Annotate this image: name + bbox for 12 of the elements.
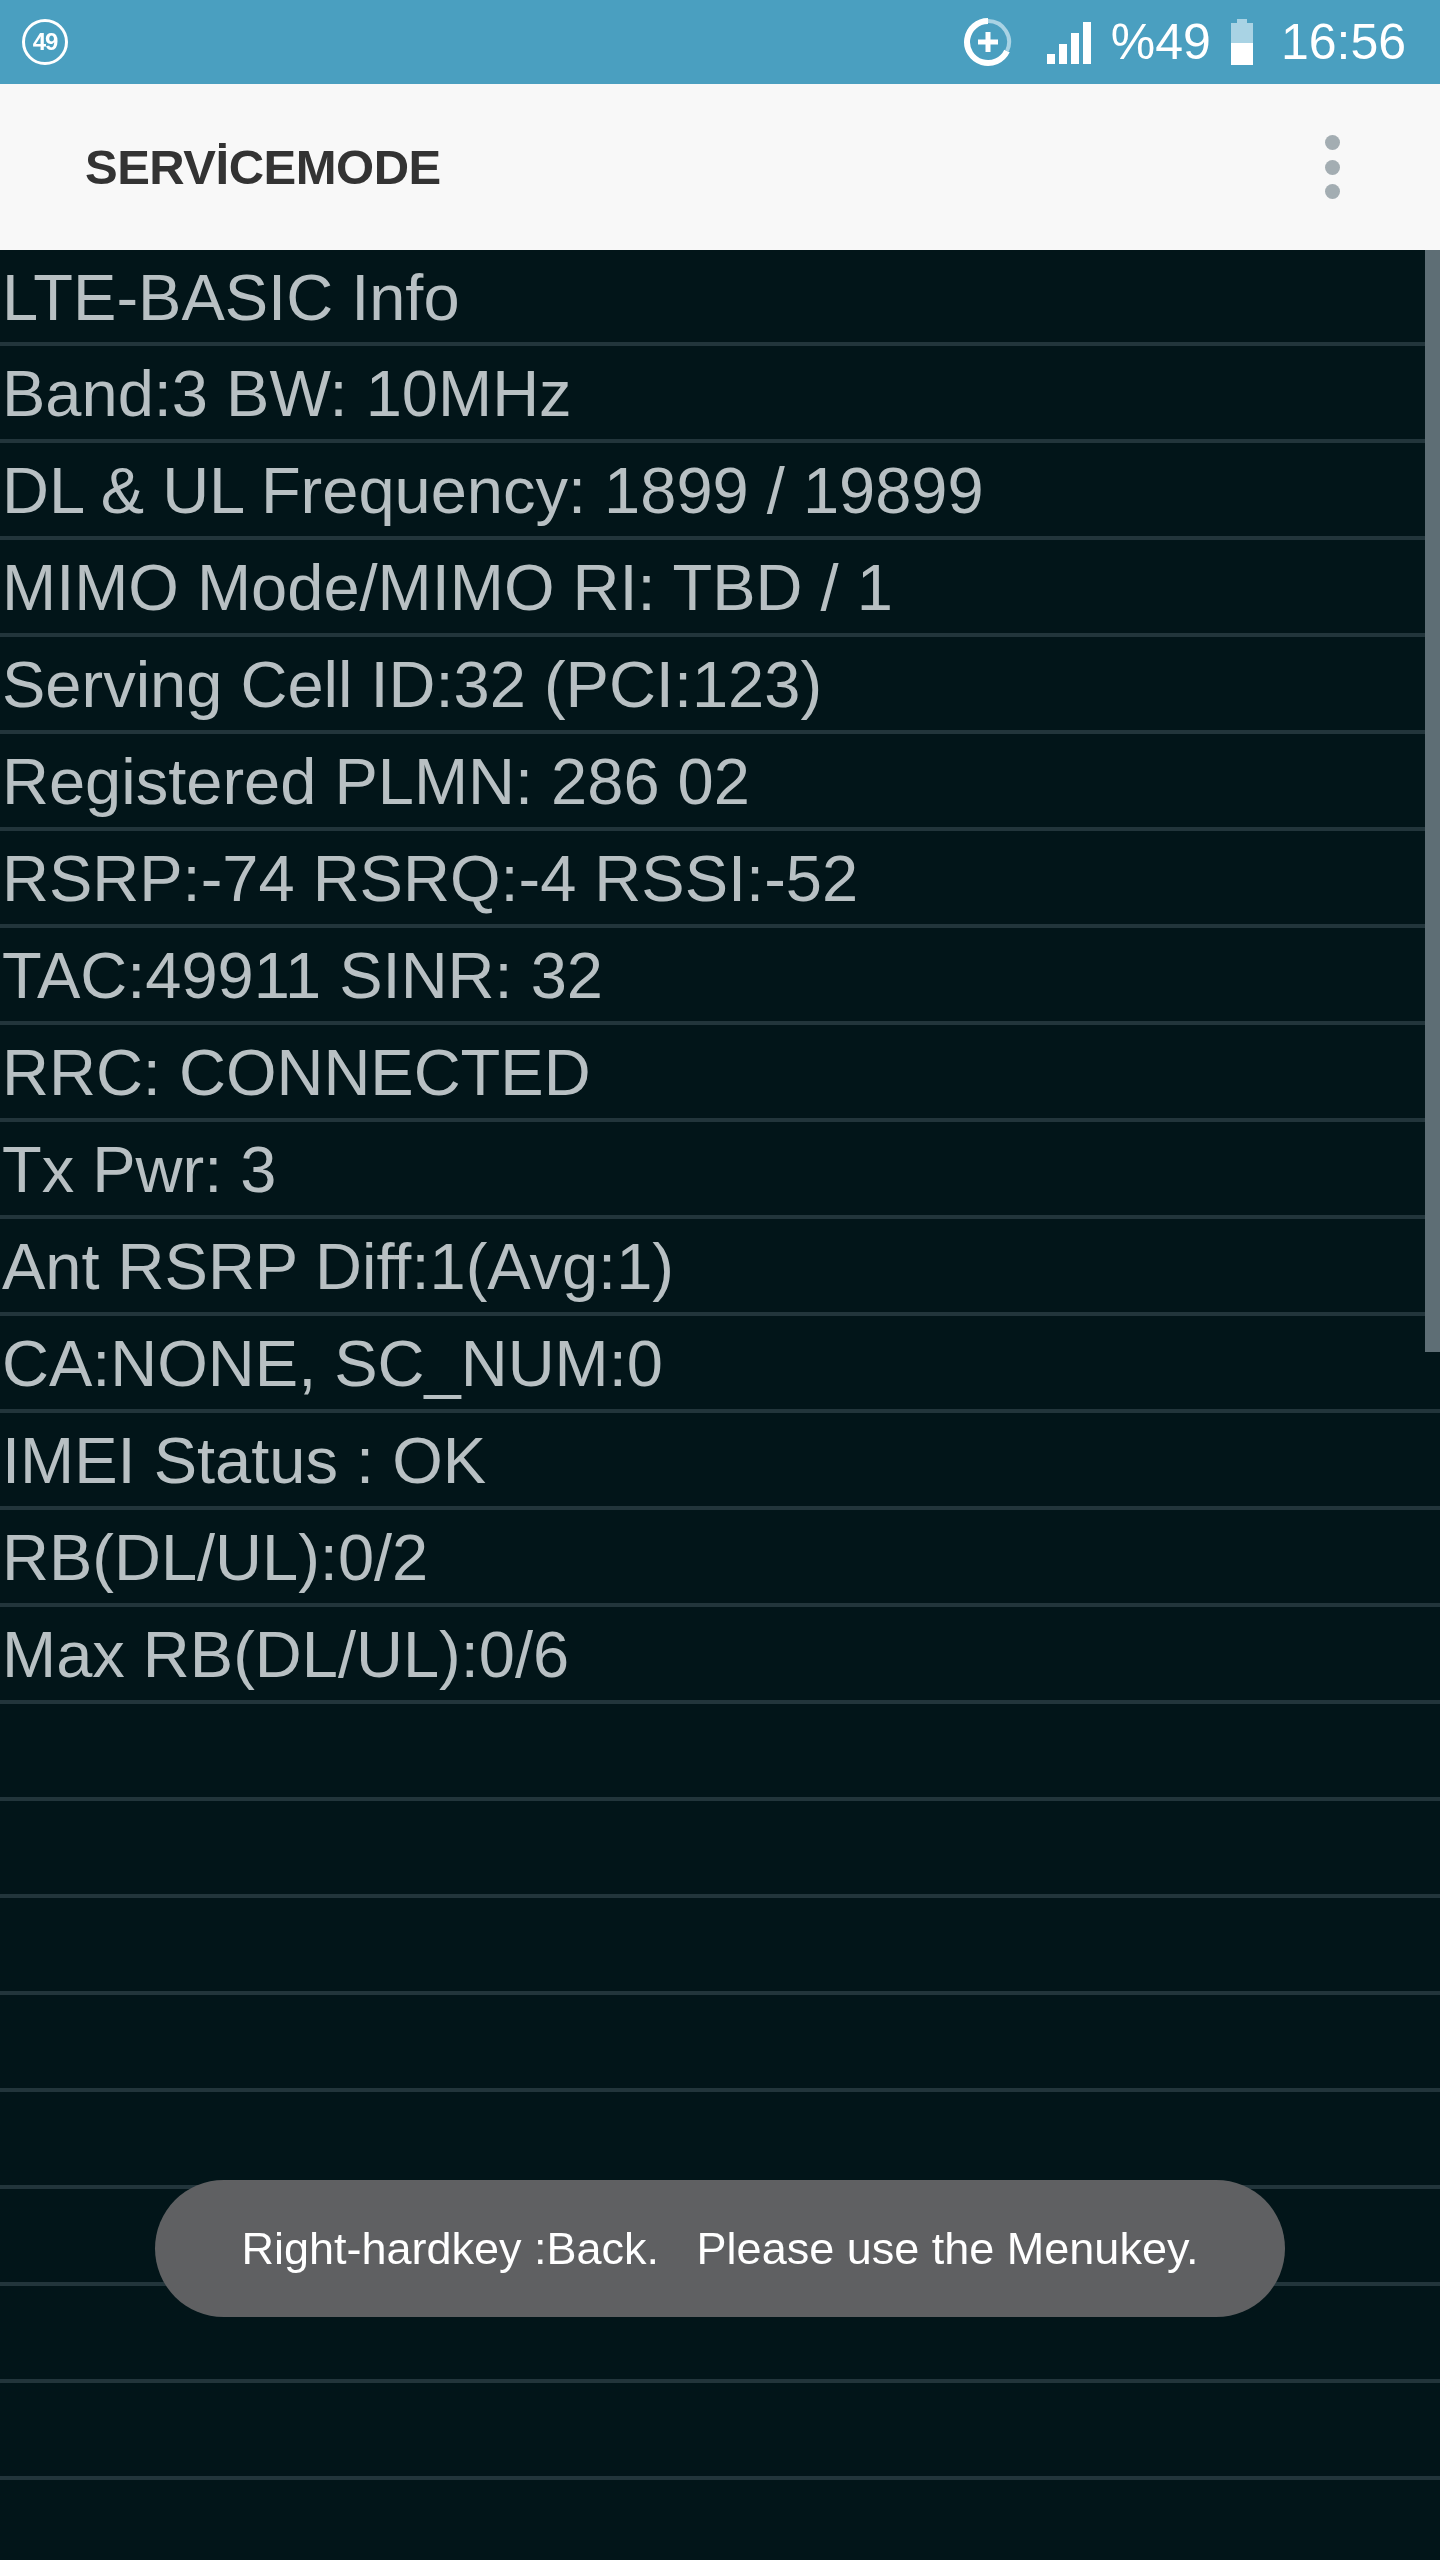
clock-time: 16:56: [1280, 17, 1406, 67]
info-row: RB(DL/UL):0/2: [0, 1510, 1440, 1607]
notification-count-icon: 49: [22, 19, 68, 65]
info-row: Max RB(DL/UL):0/6: [0, 1607, 1440, 1704]
signal-icon: [1046, 20, 1091, 64]
battery-percent: %49: [1110, 17, 1211, 67]
toast-message: Right-hardkey :Back. Please use the Menukey.: [155, 2180, 1285, 2317]
app-title: SERVİCEMODE: [85, 139, 441, 195]
battery-icon: [1230, 19, 1253, 65]
info-row: IMEI Status : OK: [0, 1413, 1440, 1510]
data-saver-icon: [962, 17, 1013, 67]
info-row: CA:NONE, SC_NUM:0: [0, 1316, 1440, 1413]
